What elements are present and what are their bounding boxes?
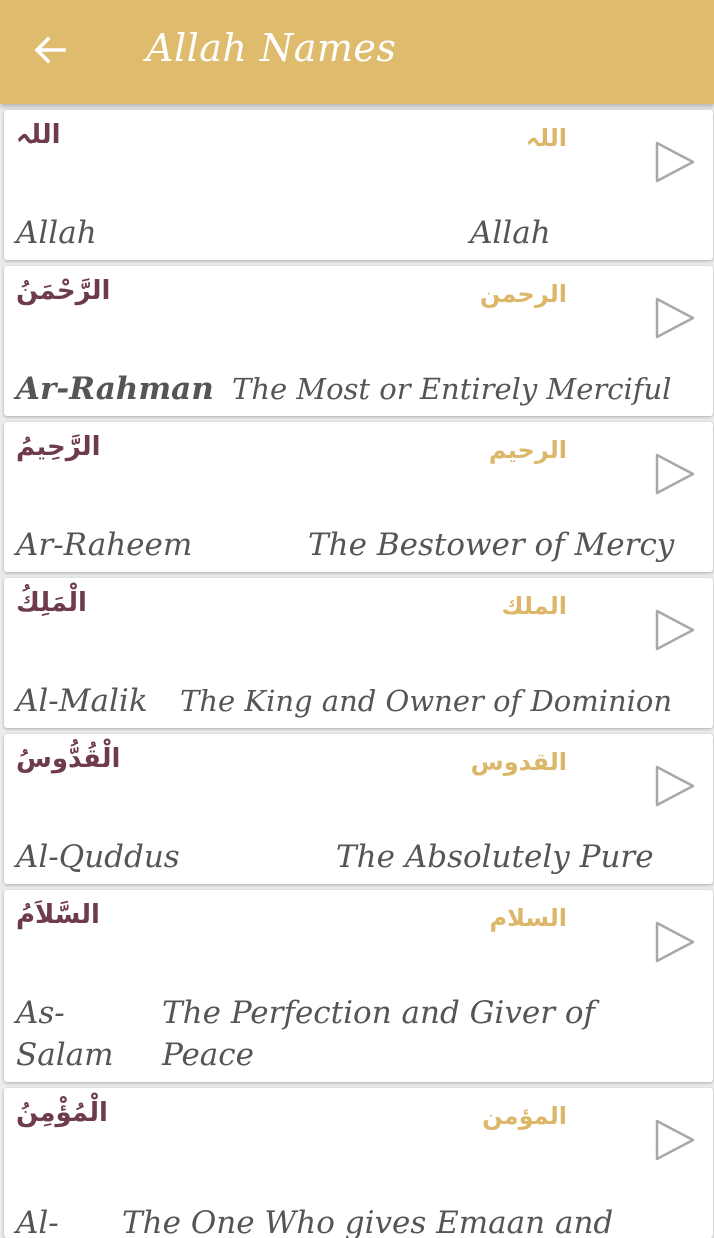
arabic-name-plain: الرحمن bbox=[479, 280, 567, 308]
arabic-name-vowelled: الرَّحْمَنُ bbox=[16, 276, 111, 306]
transliteration: Allah bbox=[16, 215, 97, 251]
list-item[interactable]: الْمُؤْمِنُ المؤمن Al- The One Who gives… bbox=[4, 1088, 713, 1238]
play-icon bbox=[655, 297, 695, 339]
arabic-name-vowelled: الْمُؤْمِنُ bbox=[16, 1098, 108, 1128]
play-icon bbox=[655, 453, 695, 495]
meaning: The One Who gives Emaan and bbox=[122, 1205, 614, 1238]
arabic-name-vowelled: السَّلاَمُ bbox=[16, 900, 100, 930]
arabic-name-plain: الملك bbox=[501, 592, 567, 620]
meaning: The Absolutely Pure bbox=[336, 839, 654, 875]
arabic-name-plain: السلام bbox=[489, 904, 567, 932]
play-button[interactable] bbox=[651, 450, 699, 498]
arabic-name-plain: اللہ bbox=[525, 124, 567, 152]
arabic-name-plain: المؤمن bbox=[482, 1102, 567, 1130]
transliteration: Ar-Rahman bbox=[16, 371, 214, 407]
app-bar: Allah Names bbox=[0, 0, 714, 104]
play-button[interactable] bbox=[651, 1116, 699, 1164]
play-button[interactable] bbox=[651, 606, 699, 654]
transliteration: As-Salam bbox=[16, 995, 114, 1073]
play-button[interactable] bbox=[651, 762, 699, 810]
play-icon bbox=[655, 765, 695, 807]
list-item[interactable]: الرَّحْمَنُ الرحمن Ar-Rahman The Most or… bbox=[4, 266, 713, 416]
meaning: The Most or Entirely Merciful bbox=[232, 372, 672, 406]
arrow-left-icon bbox=[34, 36, 66, 64]
page-title: Allah Names bbox=[146, 26, 397, 70]
transliteration: Ar-Raheem bbox=[16, 527, 193, 563]
arabic-name-vowelled: الْقُدُّوسُ bbox=[16, 744, 121, 774]
play-button[interactable] bbox=[651, 138, 699, 186]
list-item[interactable]: الرَّحِيمُ الرحيم Ar-Raheem The Bestower… bbox=[4, 422, 713, 572]
arabic-name-plain: الرحيم bbox=[488, 436, 567, 464]
arabic-name-vowelled: الْمَلِكُ bbox=[16, 588, 87, 618]
meaning: The Perfection and Giver of Peace bbox=[162, 995, 596, 1073]
back-button[interactable] bbox=[22, 22, 78, 78]
play-icon bbox=[655, 609, 695, 651]
play-button[interactable] bbox=[651, 918, 699, 966]
play-button[interactable] bbox=[651, 294, 699, 342]
list-item[interactable]: السَّلاَمُ السلام As-Salam The Perfectio… bbox=[4, 890, 713, 1082]
play-icon bbox=[655, 921, 695, 963]
arabic-name-plain: القدوس bbox=[470, 748, 567, 776]
transliteration: Al- bbox=[16, 1205, 59, 1238]
transliteration: Al-Quddus bbox=[16, 839, 180, 875]
arabic-name-vowelled: اللہ bbox=[16, 120, 61, 150]
meaning: The King and Owner of Dominion bbox=[180, 684, 673, 718]
meaning: The Bestower of Mercy bbox=[308, 527, 675, 563]
list-item[interactable]: اللہ اللہ Allah Allah bbox=[4, 110, 713, 260]
play-icon bbox=[655, 1119, 695, 1161]
arabic-name-vowelled: الرَّحِيمُ bbox=[16, 432, 101, 462]
play-icon bbox=[655, 141, 695, 183]
list-item[interactable]: الْمَلِكُ الملك Al-Malik The King and Ow… bbox=[4, 578, 713, 728]
transliteration: Al-Malik bbox=[16, 683, 148, 719]
meaning: Allah bbox=[470, 215, 551, 251]
list-item[interactable]: الْقُدُّوسُ القدوس Al-Quddus The Absolut… bbox=[4, 734, 713, 884]
